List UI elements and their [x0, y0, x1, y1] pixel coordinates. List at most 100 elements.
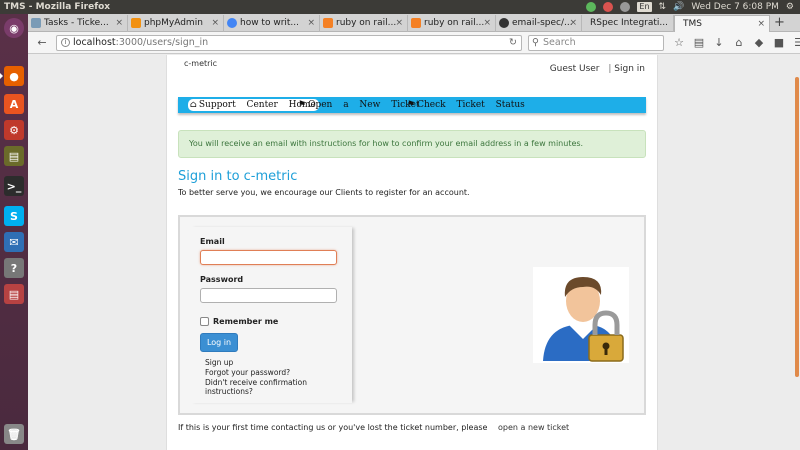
sign-in-link[interactable]: Sign in — [614, 64, 645, 74]
nav-label: Check Ticket Status — [417, 100, 525, 110]
remember-me-checkbox[interactable] — [200, 317, 209, 326]
user-links: Guest User | Sign in — [550, 64, 645, 74]
files-icon[interactable]: ▤ — [4, 284, 24, 304]
clock[interactable]: Wed Dec 7 6:08 PM — [691, 0, 779, 14]
dash-home-icon[interactable]: ◉ — [4, 18, 24, 38]
home-icon: ⌂ — [190, 100, 197, 110]
tab-label: Tasks - Ticke... — [44, 18, 109, 28]
close-tab-icon[interactable]: × — [211, 15, 219, 31]
tab-tasks[interactable]: Tasks - Ticke... × — [28, 15, 128, 32]
bookmark-star-icon[interactable]: ☆ — [672, 35, 686, 51]
tab-phpmyadmin[interactable]: phpMyAdmin × — [128, 15, 224, 32]
text-editor-icon[interactable]: ▤ — [4, 146, 24, 166]
nav-open-ticket[interactable]: ⚑ Open a New Ticket — [298, 97, 420, 113]
tab-label: phpMyAdmin — [144, 18, 203, 28]
skype-icon[interactable]: S — [4, 206, 24, 226]
network-icon[interactable]: ⇅ — [659, 0, 667, 14]
search-box[interactable]: ⚲ Search — [528, 35, 664, 51]
home-icon[interactable]: ⌂ — [732, 35, 746, 51]
back-arrow-icon[interactable]: ← — [34, 35, 50, 51]
tab-label: how to writ... — [240, 18, 300, 28]
tab-favicon — [131, 18, 141, 28]
nav-check-status[interactable]: ⚑ Check Ticket Status — [407, 97, 525, 113]
close-tab-icon[interactable]: × — [757, 16, 765, 32]
unknown-app-icon[interactable]: ? — [4, 258, 24, 278]
forgot-password-link[interactable]: Forgot your password? — [205, 368, 290, 377]
tab-how-to-write[interactable]: how to writ... × — [224, 15, 320, 32]
intro-text: To better serve you, we encourage our Cl… — [178, 188, 470, 197]
url-path: :3000/users/sign_in — [115, 37, 209, 48]
site-info-icon[interactable]: i — [61, 38, 70, 47]
dropbox-icon[interactable] — [620, 2, 631, 12]
os-top-panel: TMS - Mozilla Firefox En ⇅ 🔊 Wed Dec 7 6… — [0, 0, 800, 14]
terminal-icon[interactable]: >_ — [4, 176, 24, 196]
tab-label: TMS — [683, 19, 702, 29]
sign-in-form: Email Password Remember me Log in Sign u… — [190, 227, 352, 403]
open-new-ticket-link[interactable]: open a new ticket — [498, 423, 569, 432]
system-settings-icon[interactable]: ⚙ — [4, 120, 24, 140]
remember-me[interactable]: Remember me — [200, 317, 278, 326]
extension-icon[interactable]: ◆ — [752, 35, 766, 51]
footer-message: If this is your first time contacting us… — [178, 423, 488, 432]
tab-favicon — [227, 18, 237, 28]
url-host: localhost — [73, 37, 116, 48]
email-field[interactable] — [200, 250, 337, 265]
nav-label: Open a New Ticket — [308, 100, 420, 110]
page-viewport: c-metric Guest User | Sign in ⌂ Support … — [28, 55, 800, 450]
menu-icon[interactable]: ☰ — [792, 35, 800, 51]
reading-list-icon[interactable]: ▤ — [692, 35, 706, 51]
system-tray: En ⇅ 🔊 Wed Dec 7 6:08 PM ⚙ — [586, 0, 794, 14]
reload-icon[interactable]: ↻ — [509, 36, 517, 50]
sign-up-link[interactable]: Sign up — [205, 358, 233, 367]
page-title: Sign in to c-metric — [178, 169, 298, 184]
close-tab-icon[interactable]: × — [307, 15, 315, 31]
tab-rspec-integration[interactable]: RSpec Integrati... — [582, 15, 674, 32]
tab-favicon — [499, 18, 509, 28]
pocket-icon[interactable]: ■ — [772, 35, 786, 51]
password-field[interactable] — [200, 288, 337, 303]
volume-icon[interactable]: 🔊 — [673, 0, 684, 14]
tab-favicon — [411, 18, 421, 28]
tab-strip: Tasks - Ticke... × phpMyAdmin × how to w… — [28, 14, 800, 33]
update-check-icon[interactable] — [586, 2, 597, 12]
user-lock-icon — [533, 267, 629, 363]
tab-favicon — [323, 18, 333, 28]
resend-confirmation-link[interactable]: Didn't receive confirmation instructions… — [205, 378, 352, 396]
tab-favicon — [31, 18, 41, 28]
tab-label: ruby on rail... — [424, 18, 485, 28]
close-tab-icon[interactable]: × — [115, 15, 123, 31]
confirmation-alert: You will receive an email with instructi… — [178, 130, 646, 158]
close-tab-icon[interactable]: × — [483, 15, 491, 31]
close-tab-icon[interactable]: × — [395, 15, 403, 31]
url-bar[interactable]: i localhost:3000/users/sign_in ↻ — [56, 35, 522, 51]
close-tab-icon[interactable]: × — [569, 15, 577, 31]
log-in-button[interactable]: Log in — [200, 333, 238, 352]
firefox-icon[interactable]: ● — [0, 66, 24, 86]
scrollbar[interactable] — [794, 55, 800, 450]
navigation-toolbar: ← i localhost:3000/users/sign_in ↻ ⚲ Sea… — [28, 32, 800, 54]
tag-icon: ⚑ — [298, 100, 307, 110]
page-container: c-metric Guest User | Sign in ⌂ Support … — [166, 55, 658, 450]
thunderbird-icon[interactable]: ✉ — [4, 232, 24, 252]
email-label: Email — [200, 237, 225, 246]
flag-icon: ⚑ — [407, 100, 416, 110]
window-title: TMS - Mozilla Firefox — [4, 2, 111, 12]
tab-email-spec[interactable]: email-spec/... × — [496, 15, 582, 32]
search-placeholder: Search — [543, 37, 576, 48]
blocked-icon[interactable] — [603, 2, 614, 12]
tab-tms[interactable]: TMS × — [674, 15, 770, 33]
scrollbar-thumb[interactable] — [795, 77, 799, 377]
keyboard-language[interactable]: En — [637, 2, 652, 12]
software-center-icon[interactable]: A — [4, 94, 24, 114]
tab-label: ruby on rail... — [336, 18, 397, 28]
main-nav-bar: ⌂ Support Center Home ⚑ Open a New Ticke… — [178, 97, 646, 113]
trash-icon[interactable]: 🗑 — [4, 424, 24, 444]
separator: | — [608, 64, 612, 74]
new-tab-button[interactable]: + — [774, 14, 785, 31]
tab-label: email-spec/... — [512, 18, 573, 28]
brand-logo-text: c-metric — [184, 59, 218, 68]
tab-ruby-on-rails-1[interactable]: ruby on rail... × — [320, 15, 408, 32]
downloads-icon[interactable]: ↓ — [712, 35, 726, 51]
tab-ruby-on-rails-2[interactable]: ruby on rail... × — [408, 15, 496, 32]
settings-gear-icon[interactable]: ⚙ — [786, 0, 794, 14]
